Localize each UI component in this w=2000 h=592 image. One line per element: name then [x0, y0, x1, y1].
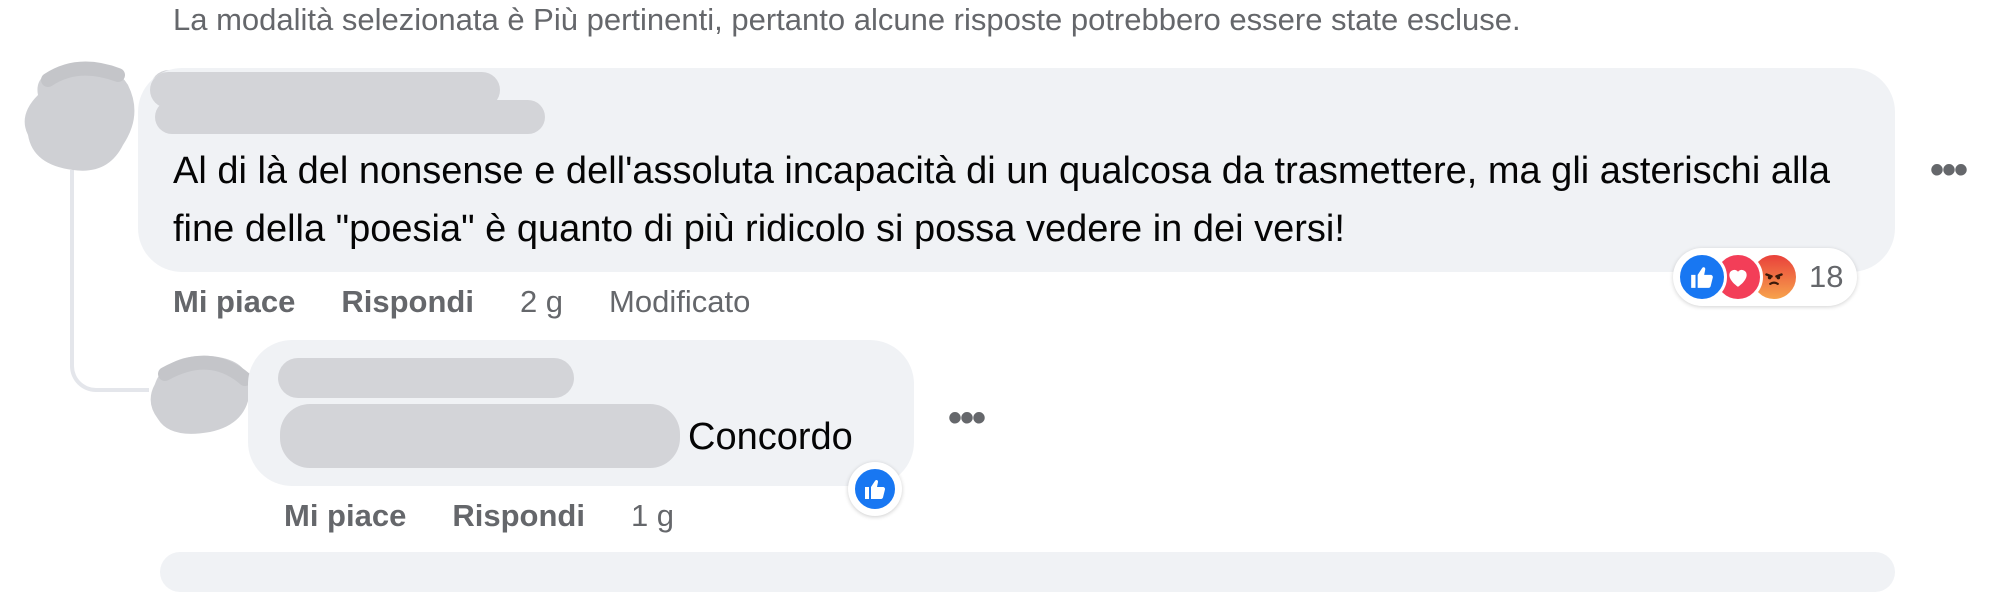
reply-reactions-summary[interactable]: [848, 462, 902, 516]
reply-more-options-button[interactable]: •••: [948, 398, 986, 438]
comment-more-options-button[interactable]: •••: [1930, 150, 1968, 190]
reply-text-redacted: [280, 404, 680, 468]
comment-reactions-summary[interactable]: 18: [1673, 248, 1858, 306]
reply-author-name-redacted[interactable]: [278, 358, 574, 398]
comment-author-name-overlay-2: [155, 100, 545, 134]
reply-reply-button[interactable]: Rispondi: [452, 498, 585, 534]
comment-timestamp[interactable]: 2 g: [520, 284, 563, 320]
comment-action-bar: Mi piace Rispondi 2 g Modificato: [173, 284, 750, 320]
reaction-count: 18: [1809, 259, 1844, 294]
comment-edited-label[interactable]: Modificato: [609, 284, 750, 320]
like-reaction-icon: [852, 466, 898, 512]
comment-like-button[interactable]: Mi piace: [173, 284, 295, 320]
sort-mode-notice: La modalità selezionata è Più pertinenti…: [173, 2, 1521, 37]
reply-action-bar: Mi piace Rispondi 1 g: [284, 498, 674, 534]
comment-author-avatar[interactable]: [18, 55, 138, 175]
reply-like-button[interactable]: Mi piace: [284, 498, 406, 534]
like-reaction-icon: [1677, 252, 1727, 302]
comment-text: Al di là del nonsense e dell'assoluta in…: [173, 150, 1830, 250]
comment-reply-button[interactable]: Rispondi: [341, 284, 474, 320]
reply-author-avatar[interactable]: [140, 344, 260, 444]
reply-text: Concordo: [688, 416, 853, 458]
reply-timestamp[interactable]: 1 g: [631, 498, 674, 534]
next-comment-bubble: [160, 552, 1895, 592]
